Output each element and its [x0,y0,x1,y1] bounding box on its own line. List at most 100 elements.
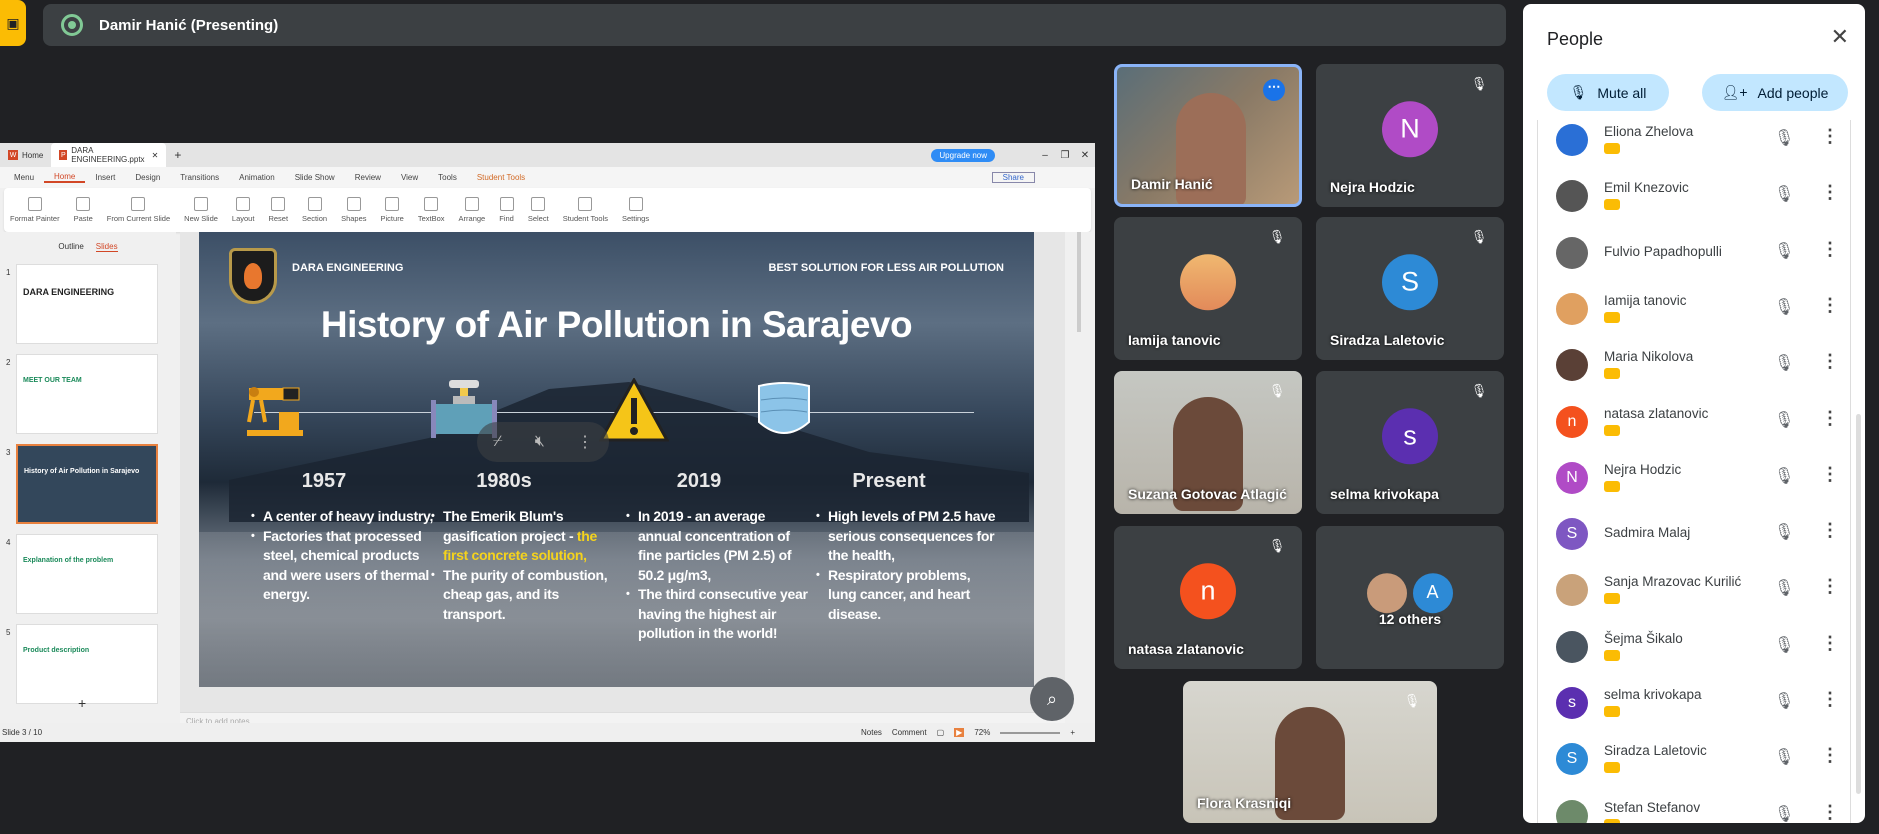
zoom-in-icon[interactable]: + [1070,728,1075,737]
close-panel-button[interactable]: ✕ [1831,24,1849,50]
share-button[interactable]: Share [991,172,1035,183]
mute-tile-icon[interactable]: 🔇︎ [535,433,545,451]
more-options-icon[interactable]: ⋮ [577,432,593,452]
more-options-icon[interactable]: ⋮ [1821,689,1839,710]
ribbon-picture-button[interactable]: Picture [381,197,404,223]
ribbon-shapes-button[interactable]: Shapes [341,197,367,223]
participant-tile[interactable]: n natasa zlatanovic 🎙︎ [1114,526,1302,669]
mic-off-icon[interactable]: 🎙︎ [1774,241,1794,261]
comment-button[interactable]: Comment [892,728,927,737]
ribbon-new-slide-button[interactable]: New Slide [184,197,218,223]
restore-button[interactable]: ❐ [1055,150,1075,161]
ribbon-student-tools-button[interactable]: Student Tools [563,197,608,223]
menu-tools[interactable]: Tools [428,173,467,182]
participant-row[interactable]: Emil Knezovic 🎙︎ ⋮ [1538,168,1850,224]
participant-tile[interactable]: s selma krivokapa 🎙︎ [1316,371,1504,514]
slide-thumbnail[interactable]: MEET OUR TEAM [16,354,158,434]
participant-tile[interactable]: Damir Hanić ⋯ [1114,64,1302,207]
more-options-icon[interactable]: ⋯ [1263,79,1285,101]
tab-home[interactable]: W Home [0,143,51,167]
normal-view-icon[interactable]: ▢ [937,728,945,737]
participant-row[interactable]: n natasa zlatanovic 🎙︎ ⋮ [1538,394,1850,450]
menu-animation[interactable]: Animation [229,173,285,182]
mic-off-icon[interactable]: 🎙︎ [1774,466,1794,486]
slide-thumbnail[interactable]: Explanation of the problem [16,534,158,614]
more-options-icon[interactable]: ⋮ [1821,182,1839,203]
add-slide-button[interactable]: + [78,695,86,711]
slide-thumbnail[interactable]: Product description [16,624,158,704]
participant-row[interactable]: S Sadmira Malaj 🎙︎ ⋮ [1538,506,1850,562]
zoom-slider[interactable] [1000,731,1061,734]
mic-off-icon[interactable]: 🎙︎ [1774,128,1794,148]
more-options-icon[interactable]: ⋮ [1821,633,1839,654]
mic-off-icon[interactable]: 🎙︎ [1774,635,1794,655]
participant-row[interactable]: s selma krivokapa 🎙︎ ⋮ [1538,675,1850,731]
mic-off-icon[interactable]: 🎙︎ [1774,353,1794,373]
more-options-icon[interactable]: ⋮ [1821,351,1839,372]
more-options-icon[interactable]: ⋮ [1821,126,1839,147]
mute-all-button[interactable]: 🎙︎ Mute all [1547,74,1669,111]
zoom-level[interactable]: 72% [974,728,990,737]
menu-transitions[interactable]: Transitions [170,173,229,182]
menu-home[interactable]: Home [44,172,86,183]
ribbon-from-current-slide-button[interactable]: From Current Slide [107,197,170,223]
mic-off-icon[interactable]: 🎙︎ [1774,747,1794,767]
participant-tile[interactable]: Flora Krasniqi 🎙︎ [1183,681,1437,823]
tab-document[interactable]: P DARA ENGINEERING.pptx ✕ [51,143,167,167]
mic-off-icon[interactable]: 🎙︎ [1774,522,1794,542]
zoom-button[interactable]: ⌕ [1030,677,1074,721]
mic-off-icon[interactable]: 🎙︎ [1774,297,1794,317]
participant-row[interactable]: N Nejra Hodzic 🎙︎ ⋮ [1538,450,1850,506]
participant-tile[interactable]: Iamija tanovic 🎙︎ [1114,217,1302,360]
more-options-icon[interactable]: ⋮ [1821,576,1839,597]
more-options-icon[interactable]: ⋮ [1821,745,1839,766]
ribbon-find-button[interactable]: Find [499,197,514,223]
menu-insert[interactable]: Insert [85,173,125,182]
close-window-button[interactable]: ✕ [1075,150,1095,161]
more-options-icon[interactable]: ⋮ [1821,239,1839,260]
mic-off-icon[interactable]: 🎙︎ [1774,578,1794,598]
menu-view[interactable]: View [391,173,428,182]
menu-review[interactable]: Review [345,173,391,182]
add-people-button[interactable]: 👤︎+ Add people [1702,74,1848,111]
participant-tile[interactable]: Suzana Gotovac Atlagić 🎙︎ [1114,371,1302,514]
participant-row[interactable]: Maria Nikolova 🎙︎ ⋮ [1538,337,1850,393]
participant-row[interactable]: Fulvio Papadhopulli 🎙︎ ⋮ [1538,225,1850,281]
ribbon-settings-button[interactable]: Settings [622,197,649,223]
ribbon-layout-button[interactable]: Layout [232,197,254,223]
more-options-icon[interactable]: ⋮ [1821,520,1839,541]
ribbon-reset-button[interactable]: Reset [268,197,288,223]
mic-off-icon[interactable]: 🎙︎ [1774,410,1794,430]
slide-thumbnail[interactable]: History of Air Pollution in Sarajevo [16,444,158,524]
participant-tile[interactable]: S Siradza Laletovic 🎙︎ [1316,217,1504,360]
scrollbar[interactable] [1077,232,1081,332]
menu-student-tools[interactable]: Student Tools [467,173,535,182]
minimize-button[interactable]: – [1035,150,1055,161]
ribbon-textbox-button[interactable]: TextBox [418,197,445,223]
participant-tile[interactable]: A 12 others [1316,526,1504,669]
close-tab-icon[interactable]: ✕ [152,151,159,160]
mic-off-icon[interactable]: 🎙︎ [1774,691,1794,711]
slide-thumbnail[interactable]: DARA ENGINEERING [16,264,158,344]
participant-row[interactable]: Eliona Zhelova 🎙︎ ⋮ [1538,120,1850,168]
ribbon-paste-button[interactable]: Paste [74,197,93,223]
more-options-icon[interactable]: ⋮ [1821,295,1839,316]
menu-design[interactable]: Design [125,173,170,182]
ribbon-section-button[interactable]: Section [302,197,327,223]
stop-presenting-button[interactable]: ▣ [0,0,26,46]
ribbon-format-painter-button[interactable]: Format Painter [10,197,60,223]
menu-slide-show[interactable]: Slide Show [285,173,345,182]
participant-row[interactable]: Sanja Mrazovac Kurilić 🎙︎ ⋮ [1538,562,1850,618]
participant-row[interactable]: Stefan Stefanov 🎙︎ ⋮ [1538,788,1850,823]
tab-outline[interactable]: Outline [58,242,83,252]
new-tab-button[interactable]: + [166,148,189,162]
upgrade-button[interactable]: Upgrade now [931,148,995,162]
more-options-icon[interactable]: ⋮ [1821,464,1839,485]
more-options-icon[interactable]: ⋮ [1821,802,1839,823]
pin-off-icon[interactable]: ⌿ [493,433,503,451]
participant-tile[interactable]: N Nejra Hodzic 🎙︎ [1316,64,1504,207]
mic-off-icon[interactable]: 🎙︎ [1774,184,1794,204]
notes-button[interactable]: Notes [861,728,882,737]
menu-menu[interactable]: Menu [4,173,44,182]
mic-off-icon[interactable]: 🎙︎ [1774,804,1794,823]
